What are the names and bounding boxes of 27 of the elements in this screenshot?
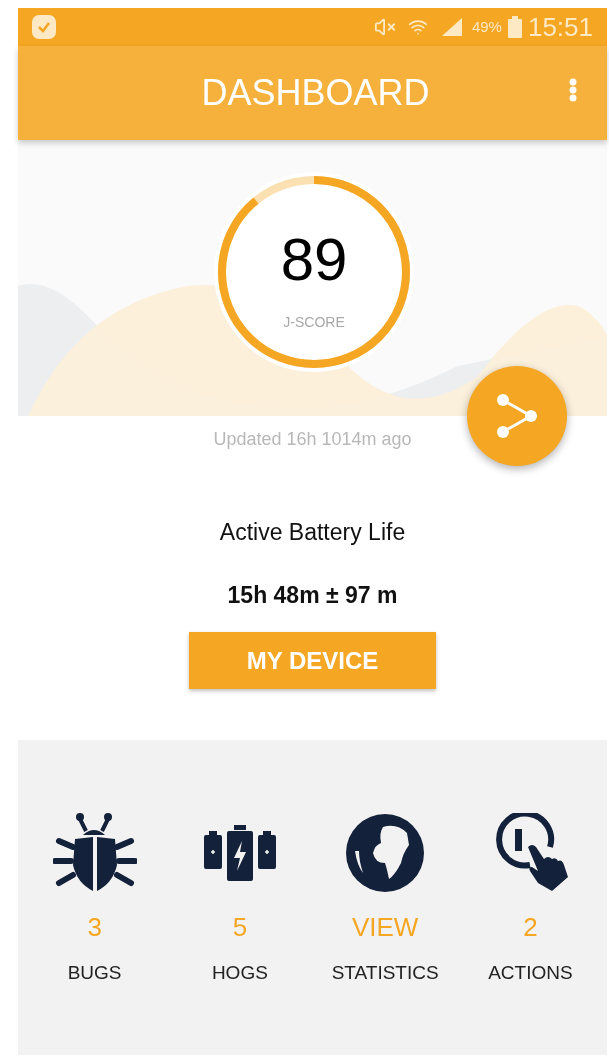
- stat-label: ACTIONS: [488, 961, 573, 985]
- my-device-button[interactable]: MY DEVICE: [189, 632, 436, 689]
- check-badge-icon: [32, 15, 56, 39]
- battery-life-value: 15h 48m ± 97 m: [227, 580, 398, 610]
- bug-icon: [52, 813, 137, 893]
- globe-icon: [345, 813, 426, 893]
- score-value: 89: [280, 230, 348, 290]
- battery-life-title: Active Battery Life: [219, 518, 406, 547]
- share-icon: [495, 394, 539, 438]
- stat-value[interactable]: VIEW: [351, 908, 419, 947]
- page-title: DASHBOARD: [201, 71, 430, 115]
- score-label: J-SCORE: [283, 313, 345, 332]
- mute-icon: [373, 16, 396, 38]
- stat-label: HOGS: [211, 961, 268, 985]
- share-button[interactable]: [467, 366, 567, 466]
- wifi-icon: [407, 17, 428, 37]
- battery-icon: [507, 16, 522, 38]
- stat-label: BUGS: [67, 961, 122, 985]
- more-menu-button[interactable]: [569, 78, 577, 102]
- updated-time: Updated 16h 1014m ago: [213, 428, 412, 451]
- stat-label: STATISTICS: [331, 961, 439, 985]
- stat-value[interactable]: 5: [232, 908, 248, 947]
- more-icon: [569, 78, 577, 102]
- battery-percent: 49%: [471, 16, 502, 37]
- stat-value[interactable]: 2: [523, 908, 538, 947]
- clock-time: 15:51: [527, 10, 593, 44]
- stat-value[interactable]: 3: [87, 908, 102, 947]
